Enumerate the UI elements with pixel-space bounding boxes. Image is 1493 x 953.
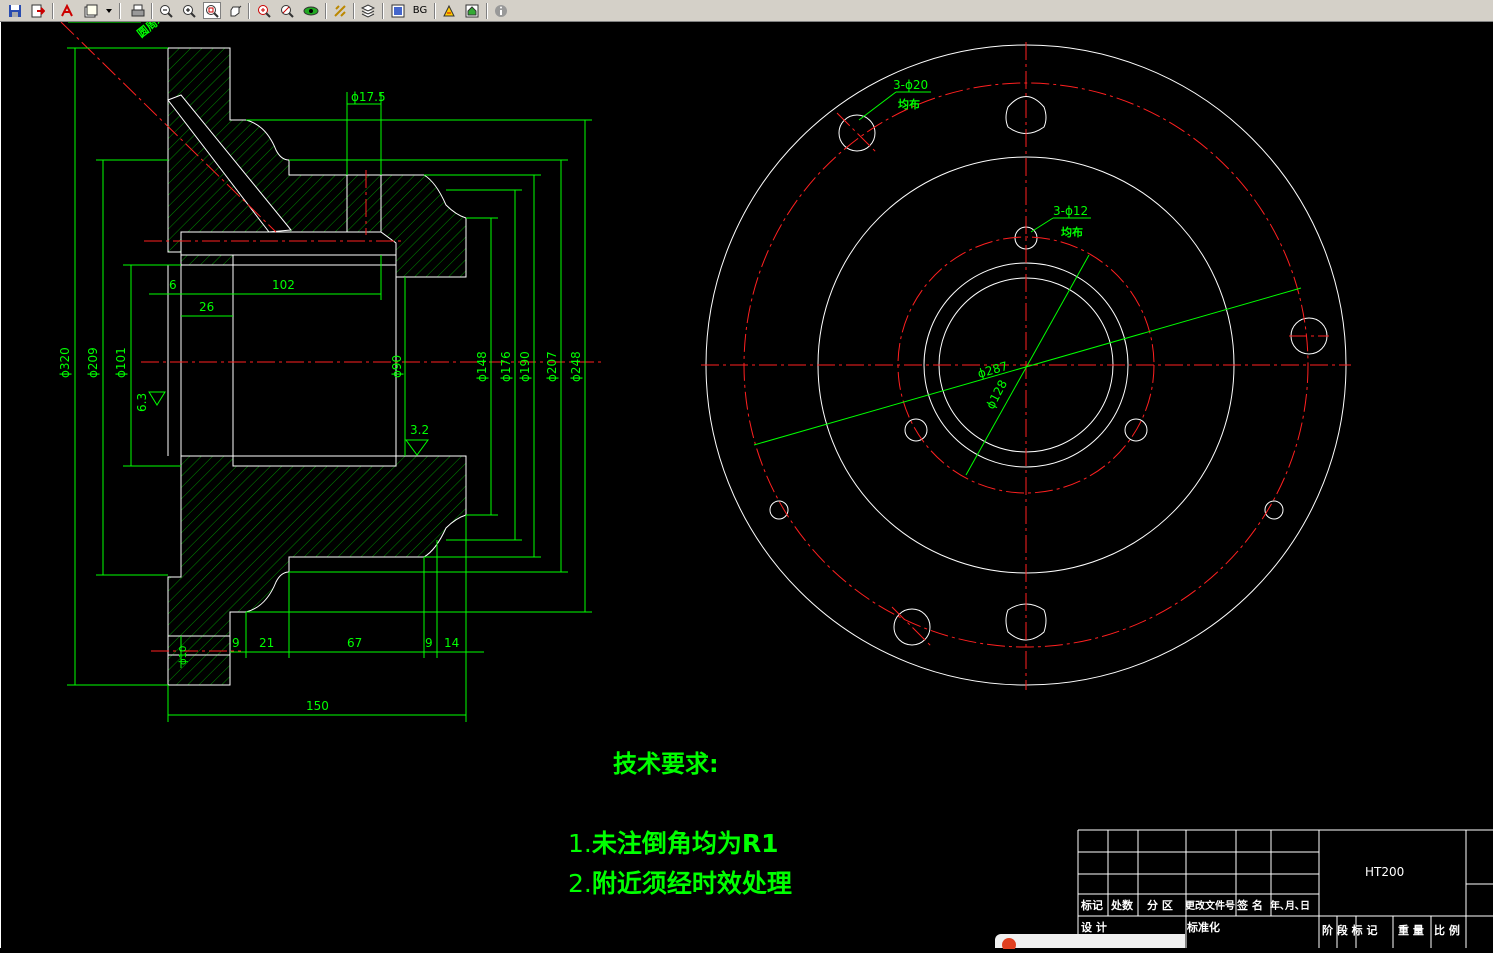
measure-icon[interactable]	[331, 2, 349, 19]
dim-phi128: ϕ128	[983, 378, 1010, 412]
dim-phi207: ϕ207	[545, 351, 559, 382]
dim-150: 150	[306, 699, 329, 713]
label-jieduan: 阶 段 标 记	[1322, 924, 1378, 937]
zoom-out-icon[interactable]	[157, 2, 175, 19]
holes-small-label: 3-ϕ12	[1053, 204, 1088, 218]
dim-phi248: ϕ248	[569, 351, 583, 382]
text-icon[interactable]	[440, 2, 458, 19]
section-view: ϕ320 ϕ209 ϕ101 6.3 ϕ90 ϕ148 ϕ176 ϕ190 ϕ2…	[58, 2, 601, 722]
label-bili: 比 例	[1434, 924, 1460, 937]
dim-9-left: 9	[232, 636, 240, 650]
dim-9-right: 9	[425, 636, 433, 650]
print-icon[interactable]	[129, 2, 147, 19]
dim-phi209: ϕ209	[86, 347, 100, 378]
export-icon[interactable]	[29, 2, 47, 19]
title-block-lines	[1077, 829, 1493, 948]
dim-phi190: ϕ190	[518, 351, 532, 382]
header-fenqu: 分 区	[1147, 899, 1173, 912]
holes-large-label: 3-ϕ20	[893, 78, 928, 92]
dim-102: 102	[272, 278, 295, 292]
zoom-window-icon[interactable]	[203, 2, 221, 19]
dim-phi287: ϕ287	[976, 359, 1009, 381]
dim-phi148: ϕ148	[475, 351, 489, 382]
dim-roughness-6-3: 6.3	[135, 393, 149, 412]
tech-requirement-1-num: 1.	[568, 829, 592, 858]
drawing-canvas[interactable]: ϕ320 ϕ209 ϕ101 6.3 ϕ90 ϕ148 ϕ176 ϕ190 ϕ2…	[0, 2, 1493, 948]
view-icon[interactable]	[302, 2, 320, 19]
zoom-previous-icon[interactable]	[278, 2, 296, 19]
toolbar: BG	[0, 0, 1493, 22]
overlay-fragment	[995, 934, 1185, 952]
dim-phi90: ϕ90	[390, 355, 404, 378]
tech-requirements-title: 技术要求:	[613, 750, 719, 778]
row-sheji: 设 计	[1081, 921, 1107, 934]
dropdown-icon[interactable]	[104, 2, 114, 19]
home-icon[interactable]	[463, 2, 481, 19]
pdf-icon[interactable]	[58, 2, 76, 19]
header-date: 年､月､日	[1270, 901, 1310, 912]
info-icon[interactable]	[492, 2, 510, 19]
tech-requirement-2-num: 2.	[568, 869, 592, 898]
save-icon[interactable]	[6, 2, 24, 19]
dim-6: 6	[169, 278, 177, 292]
zoom-in-icon[interactable]	[180, 2, 198, 19]
dim-phi10: ϕ10	[178, 646, 189, 665]
dim-phi320: ϕ320	[58, 347, 72, 378]
roughness-3-2: 3.2	[410, 423, 429, 437]
holes-large-note: 均布	[898, 97, 920, 111]
header-biaoji: 标记	[1081, 899, 1103, 912]
front-view: 3-ϕ20 均布 3-ϕ12 均布 ϕ287 ϕ128	[701, 42, 1351, 690]
dim-phi17-5: ϕ17.5	[351, 90, 386, 104]
zoom-extents-icon[interactable]	[255, 2, 273, 19]
header-genggai: 更改文件号	[1185, 901, 1235, 912]
tech-requirement-2: 2.附近须经时效处理	[568, 864, 792, 900]
dim-phi101: ϕ101	[114, 347, 128, 378]
header-chushu: 处数	[1111, 899, 1133, 912]
dim-phi176: ϕ176	[499, 351, 513, 382]
dim-26: 26	[199, 300, 214, 314]
tech-requirement-2-text: 附近须经时效处理	[591, 869, 792, 898]
tech-requirement-1-text: 未注倒角均为R1	[591, 829, 779, 858]
dim-21: 21	[259, 636, 274, 650]
frame-icon[interactable]	[389, 2, 407, 19]
pan-icon[interactable]	[226, 2, 244, 19]
background-toggle-button[interactable]: BG	[409, 2, 431, 19]
material-label: HT200	[1365, 865, 1405, 879]
header-qianming: 签 名	[1237, 899, 1263, 912]
dim-14: 14	[444, 636, 459, 650]
cad-drawing: ϕ320 ϕ209 ϕ101 6.3 ϕ90 ϕ148 ϕ176 ϕ190 ϕ2…	[58, 2, 1493, 948]
layers-icon[interactable]	[359, 2, 377, 19]
row-biaozhunhua: 标准化	[1187, 921, 1220, 934]
dim-67: 67	[347, 636, 362, 650]
holes-small-note: 均布	[1061, 225, 1083, 239]
tech-requirement-1: 1.未注倒角均为R1	[568, 824, 779, 860]
label-zhongliang: 重 量	[1398, 924, 1424, 937]
diag-note: 圆周均布	[134, 22, 177, 40]
print-setup-icon[interactable]	[82, 2, 100, 19]
